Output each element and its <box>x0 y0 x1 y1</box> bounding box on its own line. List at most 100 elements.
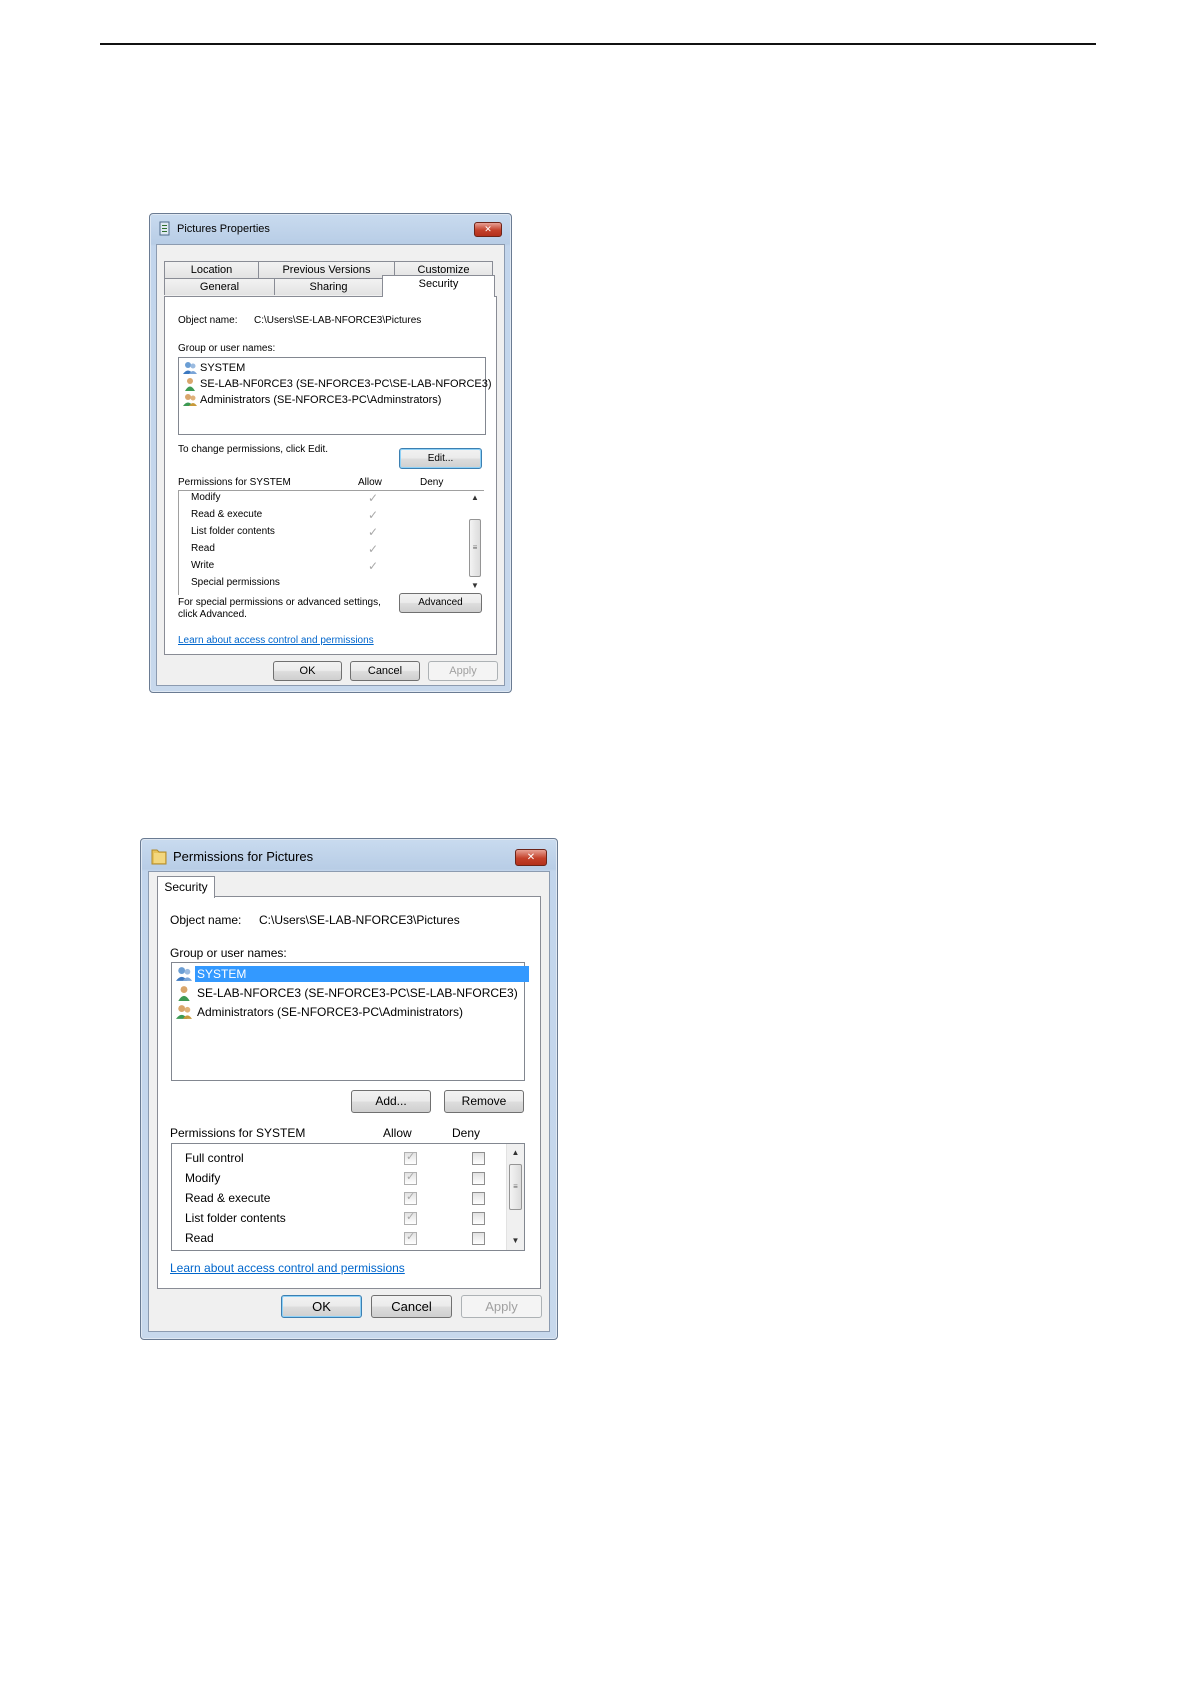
permissions-list: Full control ✓ Modify ✓ Read & execute ✓… <box>171 1143 525 1251</box>
button-label: Apply <box>449 665 477 677</box>
tab-security[interactable]: Security <box>157 876 215 898</box>
deny-checkbox[interactable] <box>472 1212 485 1225</box>
check-icon: ✓ <box>406 1171 416 1183</box>
object-name-label: Object name: <box>170 913 242 927</box>
button-label: Advanced <box>418 597 463 608</box>
cancel-button[interactable]: Cancel <box>371 1295 452 1318</box>
group-names-label: Group or user names: <box>170 946 287 960</box>
security-tab-panel: Object name: C:\Users\SE-LAB-NFORCE3\Pic… <box>164 296 497 655</box>
close-button[interactable]: ✕ <box>515 849 547 866</box>
edit-button[interactable]: Edit... <box>399 448 482 469</box>
tab-security[interactable]: Security <box>382 275 495 297</box>
folder-icon <box>151 847 167 870</box>
check-icon: ✓ <box>406 1211 416 1223</box>
close-icon: ✕ <box>484 224 492 234</box>
scroll-thumb[interactable]: ≡ <box>509 1164 522 1210</box>
permissions-scrollbar[interactable]: ▲ ≡ ▼ <box>506 1144 524 1250</box>
pictures-properties-dialog: Pictures Properties ✕ Location Previous … <box>149 213 512 693</box>
user-name: SE-LAB-NFORCE3 (SE-NFORCE3-PC\SE-LAB-NFO… <box>197 986 518 1000</box>
allow-check-icon: ✓ <box>368 525 379 539</box>
scroll-down-icon[interactable]: ▼ <box>467 581 483 590</box>
close-icon: ✕ <box>526 852 536 863</box>
group-names-label: Group or user names: <box>178 343 276 354</box>
button-label: Add... <box>375 1094 407 1108</box>
permission-name: Write <box>191 560 215 571</box>
permission-name: Read & execute <box>185 1191 271 1205</box>
button-label: Cancel <box>391 1299 432 1314</box>
user-name: SE-LAB-NF0RCE3 (SE-NFORCE3-PC\SE-LAB-NFO… <box>200 378 492 390</box>
deny-checkbox[interactable] <box>472 1232 485 1245</box>
allow-check-icon: ✓ <box>368 491 379 505</box>
scroll-up-icon[interactable]: ▲ <box>507 1148 524 1157</box>
permission-name: Modify <box>185 1171 221 1185</box>
allow-checkbox[interactable]: ✓ <box>404 1151 417 1165</box>
permissions-for-label: Permissions for SYSTEM <box>178 477 291 488</box>
permissions-scrollbar[interactable]: ▲ ≡ ▼ <box>467 491 483 595</box>
allow-checkbox[interactable]: ✓ <box>404 1171 417 1185</box>
learn-access-control-link[interactable]: Learn about access control and permissio… <box>170 1261 405 1275</box>
user-name: Administrators (SE-NFORCE3-PC\Administra… <box>197 1005 464 1019</box>
permission-row-special: Special permissions <box>179 576 459 593</box>
apply-button[interactable]: Apply <box>428 661 498 681</box>
tab-label: Location <box>190 264 233 276</box>
apply-button[interactable]: Apply <box>461 1295 542 1318</box>
tab-label: Previous Versions <box>282 264 371 276</box>
permission-row-write: Write ✓ <box>179 559 459 576</box>
learn-access-control-link[interactable]: Learn about access control and permissio… <box>178 635 374 646</box>
grip-icon: ≡ <box>472 543 478 552</box>
security-tab-panel: Object name: C:\Users\SE-LAB-NFORCE3\Pic… <box>157 896 541 1289</box>
permission-row-modify: Modify ✓ <box>179 491 459 508</box>
tab-label: Security <box>164 880 208 894</box>
admin-group-icon <box>176 1004 192 1025</box>
permission-name: Full control <box>185 1151 244 1165</box>
tab-sharing[interactable]: Sharing <box>274 278 383 295</box>
permission-name: Special permissions <box>191 577 280 588</box>
object-name-label: Object name: <box>178 315 238 326</box>
allow-column-header: Allow <box>383 1126 412 1140</box>
scroll-down-icon[interactable]: ▼ <box>507 1236 524 1245</box>
deny-column-header: Deny <box>420 477 444 488</box>
dialog-client-area: Security Object name: C:\Users\SE-LAB-NF… <box>148 871 550 1332</box>
allow-checkbox[interactable]: ✓ <box>404 1211 417 1225</box>
group-user-names-list[interactable]: SYSTEM SE-LAB-NFORCE3 (SE-NFORCE3-PC\SE-… <box>171 962 529 1081</box>
permission-row-read: Read ✓ <box>179 542 459 559</box>
tab-location[interactable]: Location <box>164 261 259 278</box>
button-label: Remove <box>461 1094 507 1108</box>
cancel-button[interactable]: Cancel <box>350 661 420 681</box>
scroll-up-icon[interactable]: ▲ <box>467 493 483 502</box>
permission-name: List folder contents <box>185 1211 286 1225</box>
check-icon: ✓ <box>406 1231 416 1243</box>
change-permissions-text: To change permissions, click Edit. <box>178 444 329 455</box>
check-icon: ✓ <box>406 1151 416 1163</box>
tab-label: Sharing <box>309 281 348 293</box>
permission-row-modify: Modify ✓ <box>172 1169 502 1189</box>
add-button[interactable]: Add... <box>351 1090 431 1113</box>
deny-checkbox[interactable] <box>472 1152 485 1165</box>
allow-check-icon: ✓ <box>368 542 379 556</box>
permissions-for-label: Permissions for SYSTEM <box>170 1126 306 1140</box>
advanced-button[interactable]: Advanced <box>399 593 482 613</box>
permissions-list: Modify ✓ Read & execute ✓ List folder co… <box>178 491 485 595</box>
permission-row-list-folder: List folder contents ✓ <box>172 1209 502 1229</box>
button-label: Cancel <box>367 665 403 677</box>
close-button[interactable]: ✕ <box>474 222 502 237</box>
title-bar[interactable]: Permissions for Pictures ✕ <box>141 839 557 871</box>
deny-column-header: Deny <box>452 1126 481 1140</box>
allow-checkbox[interactable]: ✓ <box>404 1231 417 1245</box>
allow-column-header: Allow <box>358 477 382 488</box>
dialog-client-area: Location Previous Versions Customize Gen… <box>156 244 505 686</box>
allow-checkbox[interactable]: ✓ <box>404 1191 417 1205</box>
permission-row-full-control: Full control ✓ <box>172 1149 502 1169</box>
permission-row-list-folder: List folder contents ✓ <box>179 525 459 542</box>
tab-general[interactable]: General <box>164 278 275 295</box>
tab-previous-versions[interactable]: Previous Versions <box>258 261 395 278</box>
deny-checkbox[interactable] <box>472 1192 485 1205</box>
deny-checkbox[interactable] <box>472 1172 485 1185</box>
allow-check-icon: ✓ <box>368 559 379 573</box>
group-user-names-list[interactable]: SYSTEM SE-LAB-NF0RCE3 (SE-NFORCE3-PC\SE-… <box>178 357 492 435</box>
ok-button[interactable]: OK <box>281 1295 362 1318</box>
remove-button[interactable]: Remove <box>444 1090 524 1113</box>
scroll-thumb[interactable]: ≡ <box>469 519 481 577</box>
title-bar[interactable]: Pictures Properties ✕ <box>150 214 511 244</box>
ok-button[interactable]: OK <box>273 661 342 681</box>
